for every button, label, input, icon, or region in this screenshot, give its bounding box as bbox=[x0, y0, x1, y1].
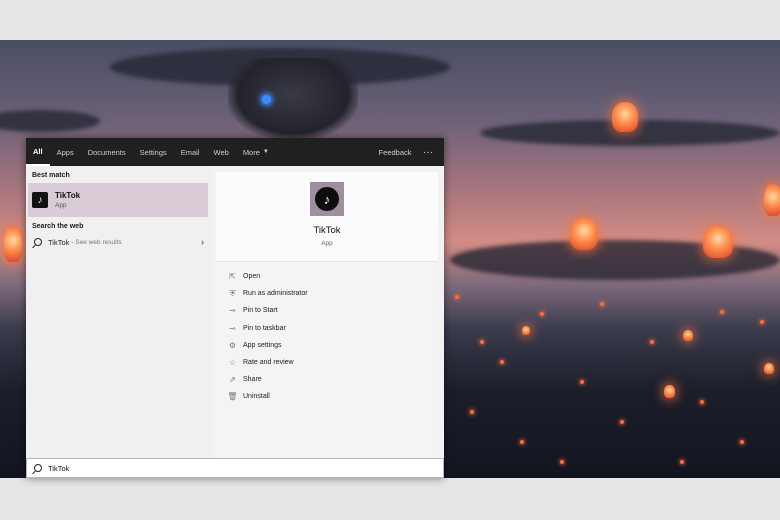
shield-icon: ⛨ bbox=[229, 288, 236, 298]
action-run-as-admin[interactable]: ⛨ Run as administrator bbox=[216, 285, 438, 302]
start-search-panel: All Apps Documents Settings Email Web Mo… bbox=[26, 138, 444, 478]
tiktok-logo-icon: ♪ bbox=[315, 187, 339, 211]
search-filter-bar: All Apps Documents Settings Email Web Mo… bbox=[26, 138, 444, 166]
caret-down-icon: ▼ bbox=[262, 149, 269, 155]
search-input[interactable] bbox=[48, 463, 348, 473]
pin-icon: ⊸ bbox=[229, 323, 236, 333]
action-pin-to-taskbar[interactable]: ⊸ Pin to taskbar bbox=[216, 320, 438, 337]
action-rate-review[interactable]: ☆ Rate and review bbox=[216, 354, 438, 371]
best-match-text: TikTok App bbox=[55, 191, 80, 209]
tab-more[interactable]: More ▼ bbox=[236, 138, 276, 166]
action-label: Pin to Start bbox=[243, 307, 278, 315]
star-icon: ☆ bbox=[228, 358, 237, 368]
lantern-dot bbox=[650, 340, 654, 344]
lantern-dot bbox=[520, 440, 524, 444]
best-match-heading: Best match bbox=[32, 172, 70, 179]
action-list: ⇱ Open ⛨ Run as administrator ⊸ Pin to S… bbox=[216, 262, 438, 406]
preview-app-type: App bbox=[321, 240, 333, 247]
gear-icon: ⚙ bbox=[228, 340, 237, 350]
action-label: Share bbox=[243, 376, 262, 384]
lantern bbox=[664, 385, 675, 398]
lantern bbox=[522, 326, 530, 335]
search-box[interactable] bbox=[26, 458, 444, 478]
tab-documents[interactable]: Documents bbox=[81, 138, 133, 166]
web-result-query: TikTok bbox=[48, 237, 70, 247]
feedback-button[interactable]: Feedback bbox=[369, 148, 422, 157]
pin-icon: ⊸ bbox=[229, 306, 236, 316]
preview-pane: ♪ TikTok App ⇱ Open ⛨ Run as administrat… bbox=[216, 172, 438, 456]
trash-icon: 🗑 bbox=[227, 392, 238, 402]
lantern-dot bbox=[455, 295, 459, 299]
lantern-dot bbox=[540, 312, 544, 316]
action-app-settings[interactable]: ⚙ App settings bbox=[216, 337, 438, 354]
search-web-heading: Search the web bbox=[32, 223, 84, 230]
tiktok-large-icon: ♪ bbox=[310, 182, 344, 216]
results-list: Best match ♪ TikTok App Search the web T… bbox=[26, 166, 212, 458]
lantern-dot bbox=[500, 360, 504, 364]
lantern bbox=[703, 226, 733, 258]
tab-email[interactable]: Email bbox=[174, 138, 207, 166]
lantern-dot bbox=[620, 420, 624, 424]
tab-more-label: More bbox=[242, 147, 260, 157]
lantern-dot bbox=[720, 310, 724, 314]
lantern bbox=[612, 102, 638, 132]
lantern-dot bbox=[470, 410, 474, 414]
lantern-dot bbox=[760, 320, 764, 324]
lantern bbox=[764, 184, 780, 216]
best-match-item[interactable]: ♪ TikTok App bbox=[28, 183, 208, 217]
search-icon bbox=[34, 238, 42, 246]
best-match-type: App bbox=[55, 202, 67, 209]
tab-web[interactable]: Web bbox=[207, 138, 236, 166]
lantern bbox=[4, 226, 22, 262]
open-icon: ⇱ bbox=[229, 272, 236, 282]
lantern-dot bbox=[560, 460, 564, 464]
tiktok-icon: ♪ bbox=[32, 192, 48, 208]
action-label: Run as administrator bbox=[243, 290, 308, 298]
tab-all[interactable]: All bbox=[26, 138, 50, 166]
preview-app-name: TikTok bbox=[313, 225, 341, 236]
action-label: Pin to taskbar bbox=[243, 324, 286, 332]
action-open[interactable]: ⇱ Open bbox=[216, 268, 438, 285]
web-result-item[interactable]: TikTok - See web results › bbox=[26, 234, 212, 250]
web-result-suffix: - See web results bbox=[71, 238, 122, 246]
app-preview-header: ♪ TikTok App bbox=[216, 172, 438, 262]
tab-apps[interactable]: Apps bbox=[50, 138, 81, 166]
action-label: App settings bbox=[243, 341, 282, 349]
lantern-dot bbox=[580, 380, 584, 384]
best-match-name: TikTok bbox=[55, 191, 81, 200]
character-eye bbox=[262, 95, 271, 104]
lantern-dot bbox=[600, 302, 604, 306]
character-figure bbox=[228, 58, 358, 140]
action-uninstall[interactable]: 🗑 Uninstall bbox=[216, 388, 438, 405]
cloud bbox=[0, 110, 100, 132]
action-share[interactable]: ⇗ Share bbox=[216, 371, 438, 388]
action-label: Uninstall bbox=[243, 393, 270, 401]
search-icon bbox=[34, 464, 42, 472]
share-icon: ⇗ bbox=[229, 375, 236, 385]
more-options-button[interactable]: ··· bbox=[422, 148, 445, 157]
action-pin-to-start[interactable]: ⊸ Pin to Start bbox=[216, 302, 438, 319]
tab-settings[interactable]: Settings bbox=[133, 138, 174, 166]
lantern-dot bbox=[740, 440, 744, 444]
lantern bbox=[683, 330, 693, 341]
lantern-dot bbox=[680, 460, 684, 464]
action-label: Open bbox=[243, 273, 261, 281]
lantern bbox=[570, 218, 598, 250]
lantern-dot bbox=[480, 340, 484, 344]
chevron-right-icon[interactable]: › bbox=[201, 237, 204, 247]
lantern-dot bbox=[700, 400, 704, 404]
lantern bbox=[764, 363, 774, 374]
action-label: Rate and review bbox=[243, 359, 294, 367]
